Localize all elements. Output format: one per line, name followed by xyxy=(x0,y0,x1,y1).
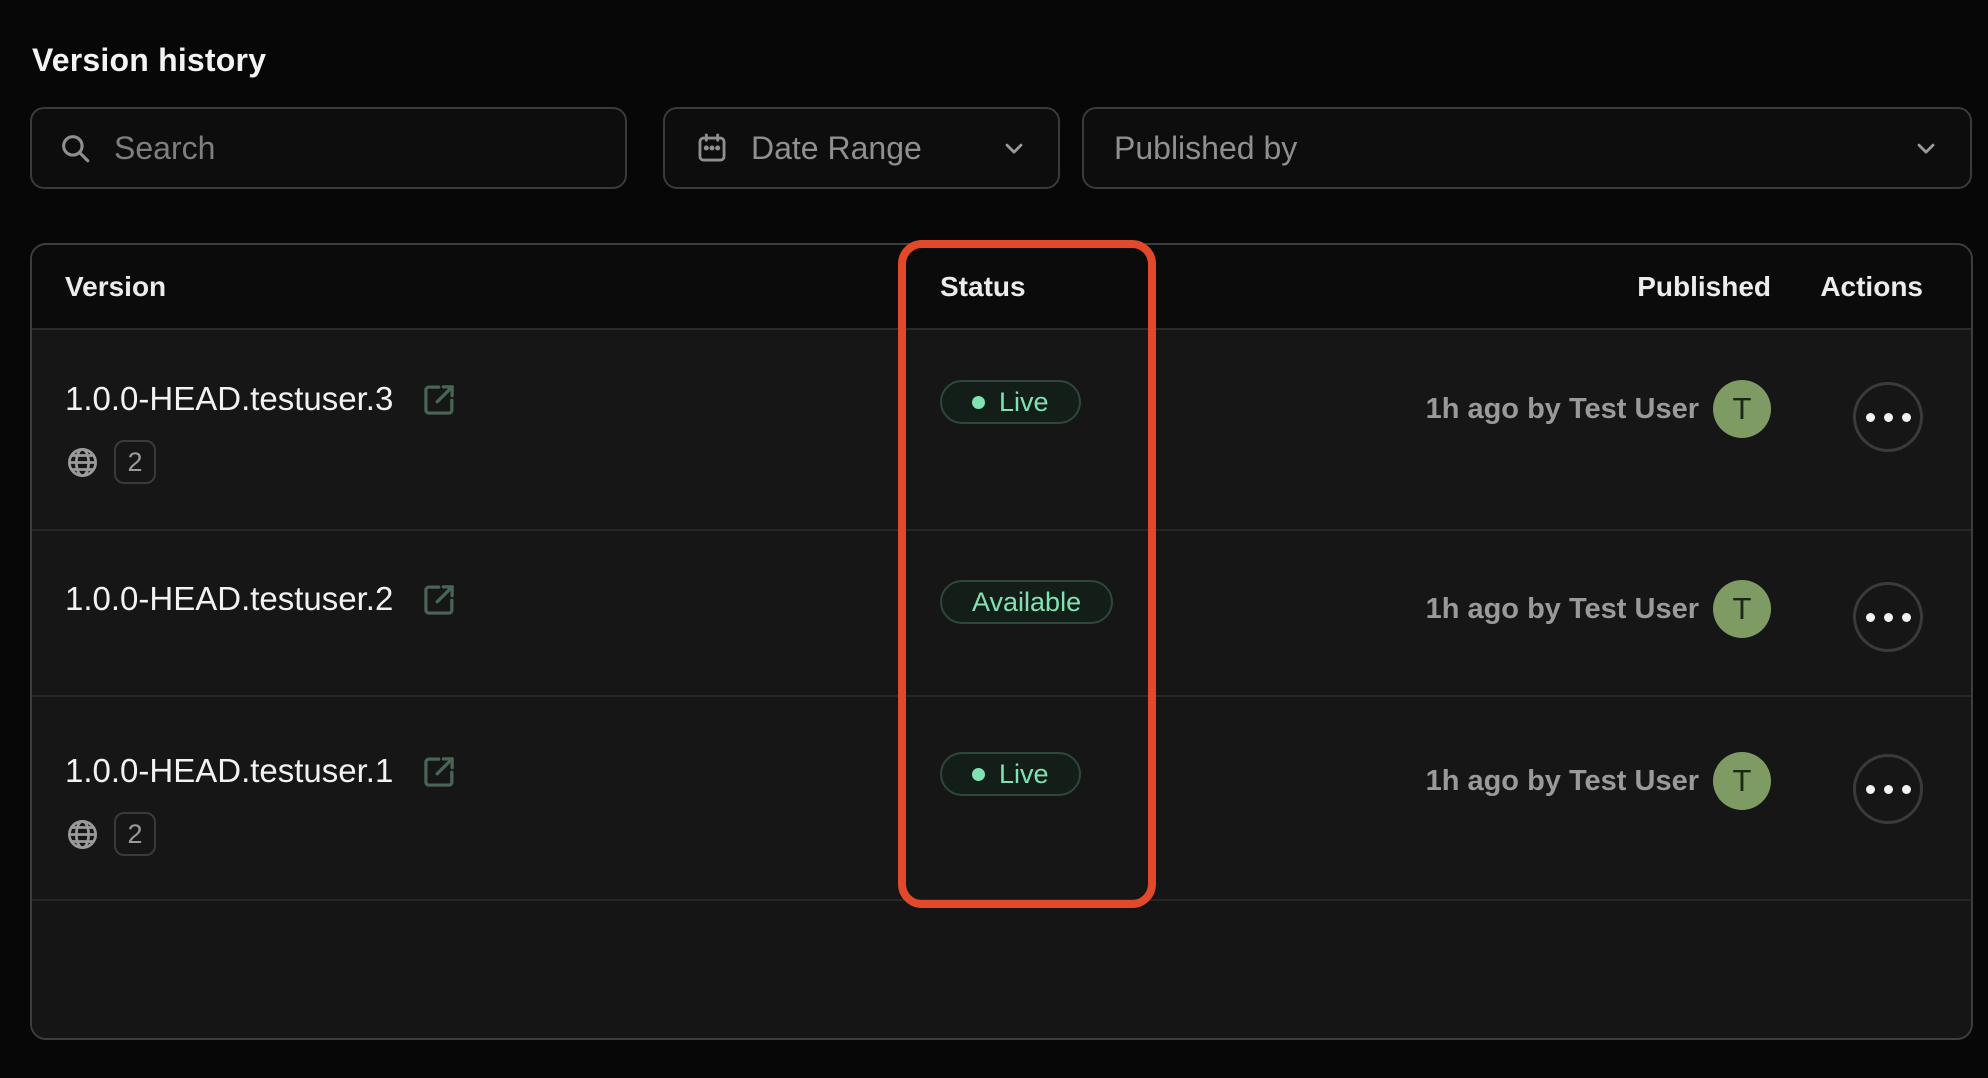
published-cell: 1h ago by Test User T xyxy=(1375,752,1771,810)
table-header-row: Version Status Published Actions xyxy=(32,245,1971,330)
published-text: 1h ago by Test User xyxy=(1426,765,1699,798)
globe-icon xyxy=(65,817,100,852)
status-label: Available xyxy=(972,587,1081,618)
header-version: Version xyxy=(32,271,940,303)
row-actions-button[interactable] xyxy=(1853,382,1923,452)
avatar: T xyxy=(1713,580,1771,638)
row-actions-button[interactable] xyxy=(1853,582,1923,652)
published-text: 1h ago by Test User xyxy=(1426,593,1699,626)
status-badge: Live xyxy=(940,380,1081,424)
external-link-icon[interactable] xyxy=(421,381,458,418)
header-status: Status xyxy=(940,271,1375,303)
avatar: T xyxy=(1713,752,1771,810)
version-history-table: Version Status Published Actions 1.0.0-H… xyxy=(30,243,1973,1040)
status-cell: Live xyxy=(940,380,1375,424)
version-name: 1.0.0-HEAD.testuser.3 xyxy=(65,380,393,418)
published-by-dropdown[interactable]: Published by xyxy=(1082,107,1972,189)
version-history-page: Version history Date Range xyxy=(0,0,1988,1078)
published-cell: 1h ago by Test User T xyxy=(1375,380,1771,438)
avatar: T xyxy=(1713,380,1771,438)
status-badge: Live xyxy=(940,752,1081,796)
status-cell: Available xyxy=(940,580,1375,624)
search-input[interactable] xyxy=(114,130,599,167)
globe-icon xyxy=(65,445,100,480)
table-row: 1.0.0-HEAD.testuser.1 xyxy=(32,697,1971,901)
environment-count-badge: 2 xyxy=(114,812,156,856)
actions-cell xyxy=(1771,380,1971,452)
status-label: Live xyxy=(999,387,1049,418)
calendar-icon xyxy=(695,131,729,165)
published-text: 1h ago by Test User xyxy=(1426,393,1699,426)
published-by-label: Published by xyxy=(1114,130,1297,167)
version-cell: 1.0.0-HEAD.testuser.3 xyxy=(32,380,940,484)
version-cell: 1.0.0-HEAD.testuser.1 xyxy=(32,752,940,856)
table-empty-area xyxy=(32,901,1971,1038)
date-range-label: Date Range xyxy=(751,130,922,167)
actions-cell xyxy=(1771,752,1971,824)
status-cell: Live xyxy=(940,752,1375,796)
header-published: Published xyxy=(1375,271,1771,303)
chevron-down-icon xyxy=(1000,134,1028,162)
table-row: 1.0.0-HEAD.testuser.3 xyxy=(32,330,1971,531)
version-name: 1.0.0-HEAD.testuser.1 xyxy=(65,752,393,790)
chevron-down-icon xyxy=(1912,134,1940,162)
filter-bar: Date Range Published by xyxy=(30,107,1972,189)
table-row: 1.0.0-HEAD.testuser.2 Available xyxy=(32,531,1971,697)
version-name: 1.0.0-HEAD.testuser.2 xyxy=(65,580,393,618)
live-dot-icon xyxy=(972,396,985,409)
page-title: Version history xyxy=(32,42,266,79)
search-field[interactable] xyxy=(30,107,627,189)
live-dot-icon xyxy=(972,768,985,781)
status-badge: Available xyxy=(940,580,1113,624)
external-link-icon[interactable] xyxy=(421,581,458,618)
external-link-icon[interactable] xyxy=(421,753,458,790)
published-cell: 1h ago by Test User T xyxy=(1375,580,1771,638)
search-icon xyxy=(58,131,92,165)
date-range-dropdown[interactable]: Date Range xyxy=(663,107,1060,189)
environment-count-badge: 2 xyxy=(114,440,156,484)
actions-cell xyxy=(1771,580,1971,652)
row-actions-button[interactable] xyxy=(1853,754,1923,824)
version-cell: 1.0.0-HEAD.testuser.2 xyxy=(32,580,940,618)
header-actions: Actions xyxy=(1771,271,1971,303)
status-label: Live xyxy=(999,759,1049,790)
